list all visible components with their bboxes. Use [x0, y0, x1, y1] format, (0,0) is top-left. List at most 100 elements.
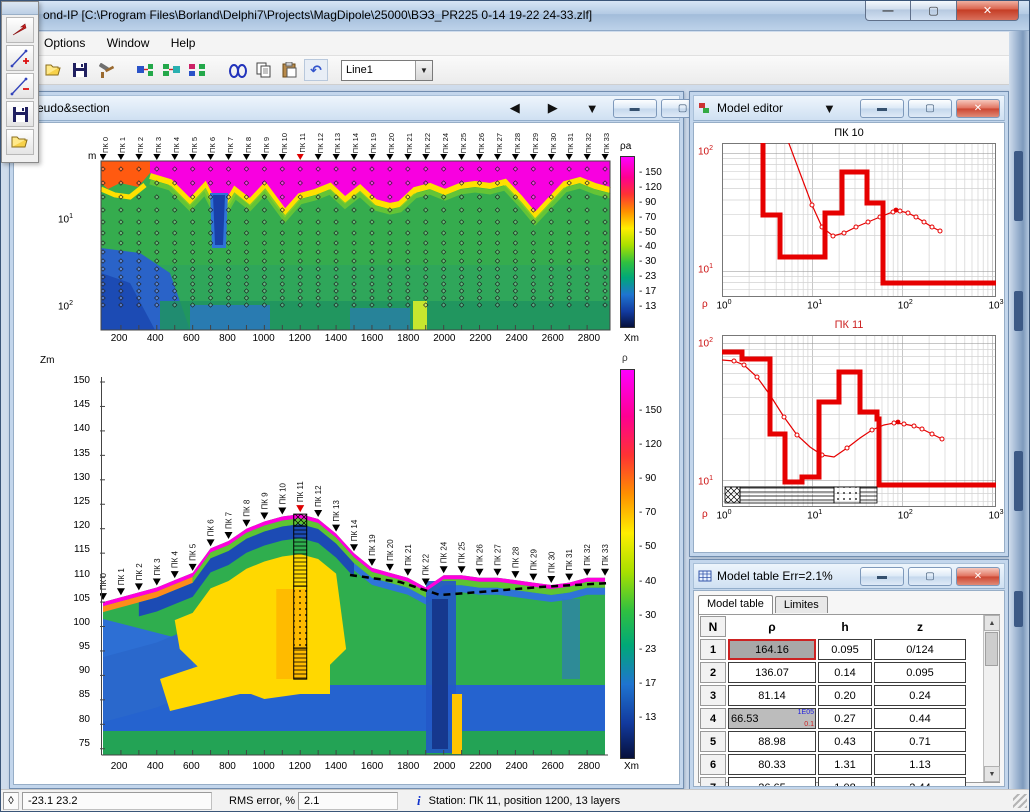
line-selector[interactable]: Line1 ▼ — [341, 60, 433, 81]
station-info-panel: Station: ПК 11, position 1200, 13 layers — [424, 792, 754, 810]
section-y-ticks: 1501451401351301251201151101051009590858… — [62, 375, 90, 750]
main-title-bar[interactable]: ond-IP [C:\Program Files\Borland\Delphi7… — [1, 1, 1029, 31]
station-labels-row: ПК 0ПК 1ПК 2ПК 3ПК 4ПК 5ПК 6ПК 7ПК 8ПК 9… — [100, 123, 612, 153]
svg-text:ПК 9: ПК 9 — [260, 492, 269, 510]
save-model-button[interactable] — [6, 101, 34, 127]
maximize-button[interactable]: ▢ — [908, 567, 952, 586]
model-editor-icon — [698, 102, 712, 115]
pseudo-x-unit: Xm — [624, 333, 639, 344]
svg-text:ПК 4: ПК 4 — [171, 551, 180, 569]
model-plot-pk11[interactable] — [722, 335, 996, 507]
menu-window[interactable]: Window — [98, 32, 159, 54]
svg-text:ПК 29: ПК 29 — [529, 549, 538, 571]
svg-text:ПК 22: ПК 22 — [422, 553, 431, 575]
model-table-title: Model table Err=2.1% — [717, 569, 833, 583]
svg-text:ПК 7: ПК 7 — [225, 511, 234, 529]
svg-text:ПК 28: ПК 28 — [511, 546, 520, 568]
section-plot[interactable]: ПК 0ПК 1ПК 2ПК 3ПК 4ПК 5ПК 6ПК 7ПК 8ПК 9… — [100, 349, 612, 763]
svg-text:ПК 8: ПК 8 — [242, 499, 251, 517]
scrollbar-thumb[interactable] — [985, 632, 998, 666]
plot2-axis-label: ρ — [702, 509, 708, 520]
blocks-swap-button[interactable] — [160, 59, 184, 81]
table-scrollbar[interactable]: ▲ ▼ — [983, 615, 999, 782]
coords-panel: -23.1 23.2 — [22, 792, 212, 810]
window-menu-button[interactable]: ▼ — [823, 101, 836, 116]
model-editor-title-bar[interactable]: Model editor ▼ ▬ ▢ ✕ — [693, 95, 1005, 121]
window-menu-button[interactable]: ▼ — [586, 101, 599, 116]
close-icon[interactable]: ✕ — [956, 99, 1000, 118]
close-icon[interactable]: ✕ — [956, 567, 1000, 586]
binoculars-icon[interactable] — [226, 59, 250, 81]
tool-indicator: ◊ — [3, 792, 19, 810]
table-row: 1 164.16 0.095 0/124 — [699, 638, 999, 661]
minimize-button[interactable]: ▬ — [613, 99, 657, 118]
svg-text:ПК 25: ПК 25 — [458, 541, 467, 563]
blocks-edit-button[interactable] — [186, 59, 210, 81]
pointer-tool-button[interactable] — [6, 17, 34, 43]
tab-limites[interactable]: Limites — [775, 596, 828, 613]
svg-text:ПК 19: ПК 19 — [368, 534, 377, 556]
main-toolbar: ↶ Line1 ▼ — [1, 56, 1029, 85]
chevron-down-icon[interactable]: ▼ — [415, 61, 432, 80]
svg-text:ПК 12: ПК 12 — [314, 485, 323, 507]
minimize-button[interactable]: — — [865, 1, 911, 21]
svg-text:ПК 2: ПК 2 — [135, 563, 144, 581]
close-button[interactable]: ✕ — [957, 1, 1019, 21]
tools-button[interactable] — [94, 59, 118, 81]
minimize-button[interactable]: ▬ — [860, 567, 904, 586]
pseudosection-plot[interactable] — [100, 153, 612, 331]
scroll-up-icon[interactable]: ▲ — [984, 615, 1000, 631]
table-row: 3 81.14 0.20 0.24 — [699, 684, 999, 707]
table-icon — [698, 570, 712, 582]
window-right-frame — [1009, 31, 1029, 789]
model-table: N ρ h z 1 164.16 0.095 0/124 2 136.07 0.… — [698, 614, 1000, 783]
menu-bar: Options Window Help — [1, 32, 1029, 56]
save-button[interactable] — [68, 59, 92, 81]
model-plot-pk10[interactable] — [722, 143, 996, 297]
copy-button[interactable] — [252, 59, 276, 81]
open-model-button[interactable] — [6, 129, 34, 155]
application-window: ond-IP [C:\Program Files\Borland\Delphi7… — [0, 0, 1030, 812]
undo-button[interactable]: ↶ — [304, 59, 328, 81]
table-header-row: N ρ h z — [699, 615, 999, 638]
info-icon: i — [417, 793, 421, 809]
model-editor-window: Model editor ▼ ▬ ▢ ✕ ПК 10 102 101 — [689, 91, 1009, 557]
svg-text:ПК 24: ПК 24 — [440, 541, 449, 563]
scroll-down-icon[interactable]: ▼ — [984, 766, 1000, 782]
plot1-x-ticks: 100 101 102 103 — [709, 299, 1005, 311]
section-x-ticks: 2004006008001000120014001600180020002200… — [101, 761, 607, 772]
lithology-strip — [725, 487, 877, 503]
limited-cell[interactable]: 66.53 1E05 0.1 — [728, 708, 816, 729]
pseudosection-window: Pseudo&section ◀ ▶ ▼ ▬ ▢ ✕ m ПК 0ПК 1ПК … — [9, 91, 684, 789]
section-x-unit: Xm — [624, 761, 639, 772]
resize-grip[interactable] — [1013, 794, 1027, 808]
selected-cell[interactable]: 164.16 — [728, 639, 816, 660]
model-editor-title: Model editor — [717, 101, 783, 115]
blocks-add-button[interactable] — [134, 59, 158, 81]
remove-point-tool-button[interactable] — [6, 73, 34, 99]
menu-options[interactable]: Options — [35, 32, 94, 54]
section-colorbar-label: ρ — [622, 353, 628, 364]
svg-text:ПК 3: ПК 3 — [153, 558, 162, 576]
svg-text:ПК 27: ПК 27 — [493, 544, 502, 566]
plot2-ybottom: 101 — [698, 475, 713, 487]
menu-help[interactable]: Help — [162, 32, 205, 54]
pseudo-colorbar-label: ρa — [620, 141, 631, 152]
svg-text:ПК 14: ПК 14 — [350, 519, 359, 541]
add-point-tool-button[interactable] — [6, 45, 34, 71]
maximize-button[interactable]: ▢ — [911, 1, 957, 21]
svg-text:ПК 33: ПК 33 — [601, 544, 610, 566]
plot1-axis-label: ρ — [702, 299, 708, 310]
minimize-button[interactable]: ▬ — [860, 99, 904, 118]
next-station-button[interactable]: ▶ — [548, 100, 558, 116]
maximize-button[interactable]: ▢ — [908, 99, 952, 118]
pseudo-unit-label: m — [88, 151, 96, 162]
pseudosection-title-bar[interactable]: Pseudo&section ◀ ▶ ▼ ▬ ▢ ✕ — [13, 95, 680, 121]
paste-button[interactable] — [278, 59, 302, 81]
open-button[interactable] — [42, 59, 66, 81]
model-table-title-bar[interactable]: Model table Err=2.1% ▬ ▢ ✕ — [693, 563, 1005, 589]
floating-tool-palette[interactable] — [1, 1, 39, 163]
prev-station-button[interactable]: ◀ — [510, 100, 520, 116]
palette-title-bar[interactable] — [2, 2, 38, 15]
tab-model-table[interactable]: Model table — [698, 595, 773, 614]
